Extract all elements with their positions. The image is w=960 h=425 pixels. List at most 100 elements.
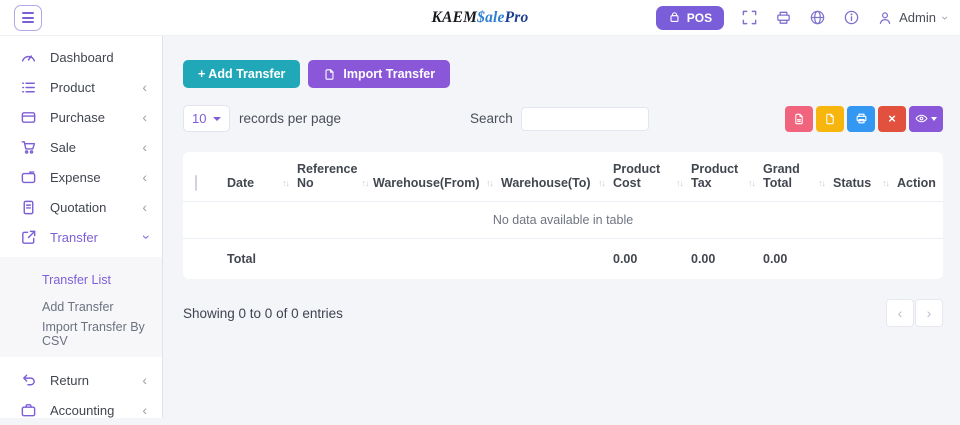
chevron-left-icon: ‹ <box>142 198 147 215</box>
sidebar-item-product[interactable]: Product ‹ <box>0 72 162 102</box>
total-row: Total 0.00 0.00 0.00 <box>183 239 943 280</box>
submenu-item-import-transfer-csv[interactable]: Import Transfer By CSV <box>42 320 162 348</box>
column-header-grand-total[interactable]: Grand Total ↑↓ <box>759 152 829 202</box>
records-per-page-label: records per page <box>239 111 342 126</box>
caret-down-icon <box>213 116 221 121</box>
language-globe-icon[interactable] <box>809 9 826 26</box>
total-product-tax: 0.00 <box>691 252 716 266</box>
empty-message: No data available in table <box>183 201 943 239</box>
topbar: KAEM$alePro POS Admin ‹ <box>0 0 960 36</box>
chevron-down-icon: ‹ <box>136 234 153 239</box>
pagination: ‹ › <box>886 299 943 327</box>
list-icon <box>20 79 37 96</box>
sidebar-item-transfer[interactable]: Transfer ‹ <box>0 222 162 252</box>
export-excel-button[interactable] <box>816 105 844 132</box>
total-grand-total: 0.00 <box>763 252 788 266</box>
add-transfer-button[interactable]: + Add Transfer <box>183 60 301 88</box>
select-all-checkbox[interactable] <box>195 175 197 191</box>
submenu-item-transfer-list[interactable]: Transfer List <box>42 266 162 293</box>
app-logo: KAEM$alePro <box>432 9 529 27</box>
column-header-date[interactable]: Date ↑↓ <box>223 152 293 202</box>
column-header-product-tax[interactable]: Product Tax ↑↓ <box>687 152 759 202</box>
credit-card-icon <box>20 109 37 126</box>
next-page-button[interactable]: › <box>915 299 943 327</box>
sort-icon[interactable]: ↑↓ <box>282 178 290 190</box>
fullscreen-icon[interactable] <box>741 9 758 26</box>
admin-menu[interactable]: Admin ‹ <box>877 10 951 26</box>
column-header-product-cost[interactable]: Product Cost ↑↓ <box>609 152 687 202</box>
sidebar-item-accounting[interactable]: Accounting ‹ <box>0 395 162 425</box>
transfer-table-card: Date ↑↓ Reference No ↑↓ Warehouse(From) ↑↓ … <box>183 152 943 279</box>
sort-icon[interactable]: ↑↓ <box>748 178 756 190</box>
file-icon <box>323 68 336 81</box>
sort-icon[interactable]: ↑↓ <box>818 178 826 190</box>
sidebar-toggle-button[interactable] <box>14 4 42 31</box>
print-button[interactable] <box>847 105 875 132</box>
sidebar-item-purchase[interactable]: Purchase ‹ <box>0 102 162 132</box>
topbar-actions: POS Admin ‹ <box>655 5 951 30</box>
table-footer-row: Showing 0 to 0 of 0 entries ‹ › <box>183 299 943 327</box>
sidebar-item-dashboard[interactable]: Dashboard <box>0 42 162 72</box>
sidebar-item-return[interactable]: Return ‹ <box>0 365 162 395</box>
logo-part-kaem: KAEM <box>431 8 478 26</box>
excel-file-icon <box>824 113 836 125</box>
sort-icon[interactable]: ↑↓ <box>486 178 494 190</box>
printer-icon <box>855 112 868 125</box>
sidebar-item-sale[interactable]: Sale ‹ <box>0 132 162 162</box>
shopping-cart-icon <box>20 139 37 156</box>
column-header-status[interactable]: Status ↑↓ <box>829 152 893 202</box>
sidebar-item-label: Transfer <box>50 229 98 245</box>
sidebar-item-label: Expense <box>50 169 101 185</box>
records-per-page-value: 10 <box>192 111 207 126</box>
shopping-bag-icon <box>668 11 681 24</box>
cash-register-icon[interactable] <box>775 9 792 26</box>
import-transfer-button[interactable]: Import Transfer <box>308 60 451 88</box>
wallet-icon <box>20 169 37 186</box>
showing-entries-text: Showing 0 to 0 of 0 entries <box>183 305 343 321</box>
main-content: + Add Transfer Import Transfer 10 record… <box>164 36 960 418</box>
sidebar-item-label: Return <box>50 372 90 388</box>
sidebar: Dashboard Product ‹ Purchase ‹ Sale ‹ Ex… <box>0 36 163 418</box>
eye-icon <box>915 112 928 125</box>
pos-button[interactable]: POS <box>655 5 725 30</box>
column-visibility-button[interactable] <box>909 105 943 132</box>
sort-icon[interactable]: ↑↓ <box>882 178 890 190</box>
pos-button-label: POS <box>686 10 713 25</box>
sidebar-item-quotation[interactable]: Quotation ‹ <box>0 192 162 222</box>
sort-icon[interactable]: ↑↓ <box>361 178 369 190</box>
sidebar-item-label: Purchase <box>50 109 105 125</box>
chevron-left-icon: ‹ <box>142 371 147 388</box>
undo-arrow-icon <box>20 372 37 389</box>
chevron-left-icon: ‹ <box>142 168 147 185</box>
sidebar-item-label: Quotation <box>50 199 107 215</box>
close-button[interactable]: × <box>878 105 906 132</box>
search-label: Search <box>470 111 513 126</box>
export-pdf-button[interactable] <box>785 105 813 132</box>
pdf-file-icon <box>793 113 805 125</box>
previous-page-button[interactable]: ‹ <box>886 299 914 327</box>
transfer-submenu: Transfer List Add Transfer Import Transf… <box>0 257 162 357</box>
sort-icon[interactable]: ↑↓ <box>598 178 606 190</box>
chevron-left-icon: ‹ <box>142 108 147 125</box>
action-buttons-row: + Add Transfer Import Transfer <box>183 60 943 88</box>
info-icon[interactable] <box>843 9 860 26</box>
transfer-table: Date ↑↓ Reference No ↑↓ Warehouse(From) ↑↓ … <box>183 152 943 279</box>
column-header-warehouse-to[interactable]: Warehouse(To) ↑↓ <box>497 152 609 202</box>
export-buttons: × <box>785 105 943 132</box>
empty-data-row: No data available in table <box>183 201 943 239</box>
column-header-reference-no[interactable]: Reference No ↑↓ <box>293 152 369 202</box>
logo-part-pro: Pro <box>504 8 529 26</box>
table-header-row: Date ↑↓ Reference No ↑↓ Warehouse(From) ↑↓ … <box>183 152 943 202</box>
admin-label: Admin <box>899 10 936 25</box>
sidebar-item-label: Accounting <box>50 402 115 418</box>
total-label: Total <box>227 252 256 266</box>
submenu-item-add-transfer[interactable]: Add Transfer <box>42 293 162 320</box>
column-header-action: Action <box>897 176 936 190</box>
records-per-page-select[interactable]: 10 <box>183 105 230 132</box>
sort-icon[interactable]: ↑↓ <box>676 178 684 190</box>
sidebar-item-expense[interactable]: Expense ‹ <box>0 162 162 192</box>
column-header-warehouse-from[interactable]: Warehouse(From) ↑↓ <box>369 152 497 202</box>
sidebar-item-label: Sale <box>50 139 77 155</box>
search-input[interactable] <box>520 106 649 131</box>
import-transfer-label: Import Transfer <box>343 67 436 81</box>
